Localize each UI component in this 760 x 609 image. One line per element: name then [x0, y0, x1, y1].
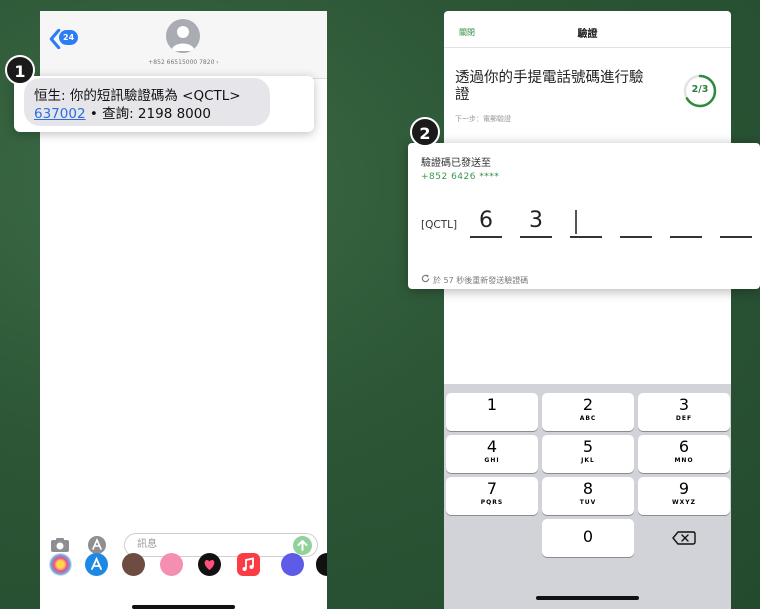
phone-prefix: +852 6426 [421, 172, 476, 182]
verification-instruction: 透過你的手提電話號碼進行驗證 [455, 70, 644, 103]
contact-phone-number[interactable]: +852 66515000 7820 › [40, 59, 327, 66]
link-app-icon[interactable] [281, 553, 304, 576]
masked-phone-number: +852 6426 **** [421, 172, 499, 182]
next-step-label: 下一步：電郵驗證 [455, 115, 511, 123]
otp-slot-underline [670, 236, 702, 238]
key-9[interactable]: 9 WXYZ [638, 477, 730, 515]
sms-text-line1: 恒生: 你的短訊驗證碼為 <QCTL> [34, 88, 241, 104]
contact-avatar[interactable] [166, 19, 200, 53]
key-1[interactable]: 1 [446, 393, 538, 431]
step-badge-1: 1 [5, 55, 35, 85]
memoji-app-icon[interactable] [122, 553, 145, 576]
header-divider [444, 47, 731, 48]
key-2[interactable]: 2 ABC [542, 393, 634, 431]
otp-slot-underline [720, 236, 752, 238]
key-7[interactable]: 7 PQRS [446, 477, 538, 515]
home-indicator[interactable] [536, 596, 639, 600]
text-cursor [575, 210, 577, 234]
app-store-app-icon[interactable] [85, 553, 108, 576]
arrow-up-icon [297, 540, 308, 551]
step-badge-2: 2 [410, 117, 440, 147]
home-indicator[interactable] [132, 605, 235, 609]
otp-slot-underline [570, 236, 602, 238]
key-0[interactable]: 0 [542, 519, 634, 557]
app-store-icon[interactable] [87, 535, 107, 555]
otp-slot-underline [620, 236, 652, 238]
otp-slot-underline [470, 236, 502, 238]
key-8[interactable]: 8 TUV [542, 477, 634, 515]
otp-slot-underline [520, 236, 552, 238]
key-5[interactable]: 5 JKL [542, 435, 634, 473]
memoji-stickers-app-icon[interactable] [160, 553, 183, 576]
camera-icon[interactable] [50, 537, 70, 553]
otp-prefix-label: [QCTL] [421, 219, 458, 231]
key-6[interactable]: 6 MNO [638, 435, 730, 473]
page-title: 驗證 [577, 29, 598, 40]
progress-step-label: 2/3 [691, 84, 709, 95]
music-app-icon[interactable] [237, 553, 260, 576]
key-3[interactable]: 3 DEF [638, 393, 730, 431]
send-button[interactable] [293, 536, 312, 555]
key-4[interactable]: 4 GHI [446, 435, 538, 473]
sms-code-link[interactable]: 637002 [34, 106, 86, 122]
resend-countdown-text: 於 57 秒後重新發送驗證碼 [433, 276, 529, 285]
backspace-icon [672, 531, 696, 545]
digital-touch-app-icon[interactable] [198, 553, 221, 576]
person-icon [171, 26, 195, 51]
sms-inquiry-text: • 查詢: 2198 8000 [85, 106, 211, 122]
unread-count-badge[interactable]: 24 [59, 30, 79, 45]
sms-text-line2: 637002 • 查詢: 2198 8000 [34, 102, 211, 122]
code-sent-label: 驗證碼已發送至 [421, 158, 491, 169]
resend-countdown[interactable]: 於 57 秒後重新發送驗證碼 [421, 274, 528, 286]
delete-key[interactable] [638, 519, 730, 557]
phone-mask: **** [475, 172, 500, 182]
otp-digit-1[interactable]: 6 [470, 208, 502, 233]
refresh-icon [421, 274, 430, 283]
photos-app-icon[interactable] [49, 553, 72, 576]
otp-digit-2[interactable]: 3 [520, 208, 552, 233]
